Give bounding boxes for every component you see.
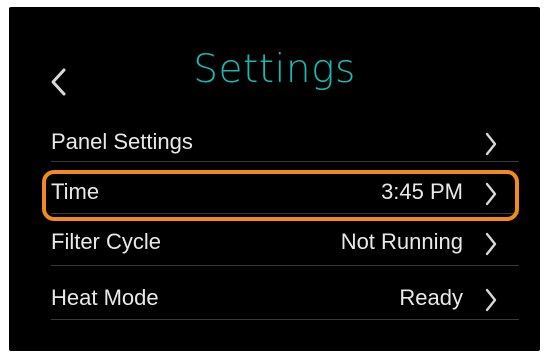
heat-mode-label: Heat Mode (51, 285, 159, 310)
divider (51, 161, 519, 162)
heat-mode-row[interactable]: Heat Mode Ready (51, 275, 519, 319)
filter-cycle-row[interactable]: Filter Cycle Not Running (51, 219, 519, 263)
heat-mode-value: Ready (399, 285, 463, 310)
time-value: 3:45 PM (381, 179, 463, 204)
panel-settings-row[interactable]: Panel Settings (51, 119, 519, 163)
chevron-right-icon (484, 287, 498, 313)
filter-cycle-value: Not Running (340, 229, 463, 254)
settings-screen: Settings Panel Settings Time 3:45 PM Fil… (9, 7, 540, 351)
page-title: Settings (193, 47, 356, 92)
chevron-right-icon (484, 131, 498, 157)
divider (51, 265, 519, 266)
time-row[interactable]: Time 3:45 PM (51, 169, 519, 213)
time-label: Time (51, 179, 100, 204)
panel-settings-label: Panel Settings (51, 129, 193, 154)
filter-cycle-label: Filter Cycle (51, 229, 162, 254)
chevron-right-icon (484, 231, 498, 257)
chevron-right-icon (484, 181, 498, 207)
divider (51, 319, 519, 320)
divider (51, 213, 519, 214)
